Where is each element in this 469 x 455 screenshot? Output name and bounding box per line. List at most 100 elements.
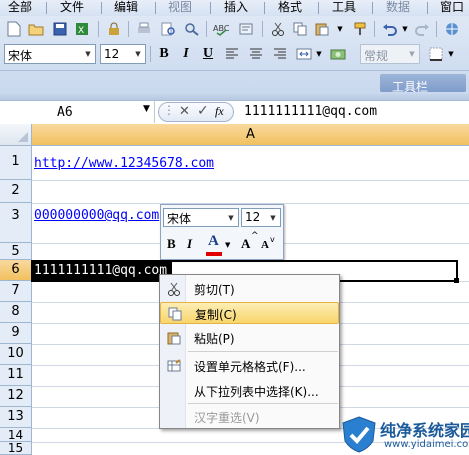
row-header[interactable]: 15 — [0, 442, 32, 455]
menu-bar: 全部 文件 编辑 视图 插入 格式 工具 数据 窗口 — [0, 0, 469, 16]
menu-edit[interactable]: 编辑 — [114, 0, 138, 16]
scissors-icon — [166, 281, 182, 297]
shrink-font-button[interactable]: A — [261, 239, 269, 251]
menu-file[interactable]: 文件 — [60, 0, 84, 16]
name-box-value: A6 — [57, 105, 73, 120]
formula-input[interactable]: 1111111111@qq.com — [244, 104, 377, 119]
italic-button[interactable]: I — [176, 44, 196, 64]
row-header[interactable]: 9 — [0, 323, 32, 344]
mini-font-name-combo[interactable]: 宋体 ▼ — [163, 208, 239, 227]
open-folder-icon[interactable] — [26, 19, 46, 39]
paste-icon — [166, 330, 182, 346]
menu-item-reconvert[interactable]: 汉字重选(V) — [160, 406, 339, 428]
formula-buttons: ⋮ ✕ ✓ fx — [158, 102, 234, 122]
watermark-logo: 纯净系统家园 www.yidaimei.com — [340, 413, 469, 455]
row-header[interactable]: 12 — [0, 386, 32, 407]
menu-item-cut[interactable]: 剪切(T) — [160, 278, 339, 300]
name-box[interactable] — [0, 101, 155, 123]
fill-handle[interactable] — [454, 278, 459, 283]
menu-item-paste[interactable]: 粘贴(P) — [160, 327, 339, 349]
menu-insert[interactable]: 插入 — [224, 0, 248, 16]
row-header[interactable]: 11 — [0, 365, 32, 386]
hyperlink-icon[interactable] — [442, 19, 462, 39]
merge-dropdown-icon[interactable]: ▼ — [314, 44, 324, 64]
spelling-icon[interactable]: ABC — [212, 19, 232, 39]
format-painter-icon[interactable] — [350, 19, 370, 39]
permission-icon[interactable] — [104, 19, 124, 39]
underline-button[interactable]: U — [198, 44, 218, 64]
paste-icon[interactable] — [312, 19, 332, 39]
copy-icon[interactable] — [290, 19, 310, 39]
redo-icon[interactable] — [412, 19, 432, 39]
svg-text:ABC: ABC — [213, 24, 230, 33]
row-header[interactable]: 13 — [0, 407, 32, 428]
row-header[interactable]: 10 — [0, 344, 32, 365]
save-icon[interactable] — [50, 19, 70, 39]
grow-font-button[interactable]: A — [241, 236, 250, 252]
column-header-a[interactable]: A — [32, 124, 469, 146]
menu-item-pick-from-list[interactable]: 从下拉列表中选择(K)... — [160, 380, 339, 402]
chevron-down-icon[interactable]: ▼ — [143, 104, 150, 114]
row-header[interactable]: 1 — [0, 146, 32, 180]
cell-a1[interactable]: http://www.12345678.com — [34, 156, 214, 171]
paste-dropdown-icon[interactable]: ▼ — [334, 19, 346, 39]
align-left-icon[interactable] — [222, 44, 242, 64]
confirm-icon[interactable]: ✓ — [197, 103, 209, 119]
font-size-combo[interactable]: 12 ▼ — [100, 44, 146, 64]
row-header[interactable]: 2 — [0, 180, 32, 203]
row-header[interactable]: 14 — [0, 428, 32, 442]
bold-button[interactable]: B — [154, 44, 174, 64]
menu-item-format-cells[interactable]: 设置单元格格式(F)... — [160, 355, 339, 377]
align-center-icon[interactable] — [246, 44, 266, 64]
undo-dropdown-icon[interactable]: ▼ — [400, 19, 410, 39]
chevron-down-icon[interactable]: ▼ — [224, 209, 238, 226]
mini-font-size-combo[interactable]: 12 ▼ — [241, 208, 281, 227]
row-header-active[interactable]: 6 — [0, 260, 32, 281]
row-header[interactable]: 7 — [0, 281, 32, 302]
menu-divider — [101, 2, 102, 14]
font-name-combo[interactable]: 宋体 ▼ — [4, 44, 96, 64]
borders-dropdown-icon[interactable]: ▼ — [446, 44, 456, 64]
chevron-down-icon[interactable]: ▼ — [405, 45, 419, 63]
excel-icon[interactable]: X — [72, 19, 92, 39]
row-header[interactable]: 3 — [0, 203, 32, 243]
chevron-down-icon[interactable]: ▼ — [131, 45, 145, 63]
research-icon[interactable] — [236, 19, 256, 39]
chevron-down-icon[interactable]: ▼ — [81, 45, 95, 63]
chevron-down-icon[interactable]: ▼ — [266, 209, 280, 226]
select-all-corner[interactable] — [0, 124, 32, 146]
mini-italic-button[interactable]: I — [187, 236, 192, 252]
currency-icon[interactable] — [328, 44, 348, 64]
menu-all[interactable]: 全部 — [8, 0, 32, 16]
mini-font-color-button[interactable]: A — [208, 233, 219, 250]
menu-divider — [155, 2, 156, 14]
merge-center-icon[interactable] — [294, 44, 314, 64]
new-document-icon[interactable] — [4, 19, 24, 39]
menu-tools[interactable]: 工具 — [332, 0, 356, 16]
scissors-icon[interactable] — [268, 19, 288, 39]
menu-window[interactable]: 窗口 — [440, 0, 464, 16]
menu-format[interactable]: 格式 — [278, 0, 302, 16]
print-preview-icon[interactable] — [158, 19, 178, 39]
cell-a6[interactable]: 1111111111@qq.com — [32, 262, 172, 280]
row-header[interactable]: 8 — [0, 302, 32, 323]
align-right-icon[interactable] — [270, 44, 290, 64]
cancel-icon[interactable]: ✕ — [179, 104, 190, 119]
cell-a3[interactable]: 000000000@qq.com — [34, 208, 159, 223]
search-icon[interactable] — [182, 19, 202, 39]
number-style-combo[interactable]: 常规 ▼ — [360, 44, 420, 64]
print-icon[interactable] — [134, 19, 154, 39]
menu-view[interactable]: 视图 — [168, 0, 192, 16]
menu-divider — [210, 2, 211, 14]
menu-divider — [46, 2, 47, 14]
row-header[interactable]: 5 — [0, 243, 32, 260]
chevron-down-icon[interactable]: ▼ — [225, 241, 230, 249]
copy-icon — [167, 306, 183, 322]
menu-data[interactable]: 数据 — [386, 0, 410, 16]
menu-item-copy[interactable]: 复制(C) — [160, 302, 339, 324]
insert-function-button[interactable]: fx — [215, 104, 224, 119]
mini-bold-button[interactable]: B — [167, 236, 176, 252]
menu-item-label: 设置单元格格式(F)... — [194, 360, 306, 374]
borders-icon[interactable] — [426, 44, 446, 64]
undo-icon[interactable] — [380, 19, 400, 39]
